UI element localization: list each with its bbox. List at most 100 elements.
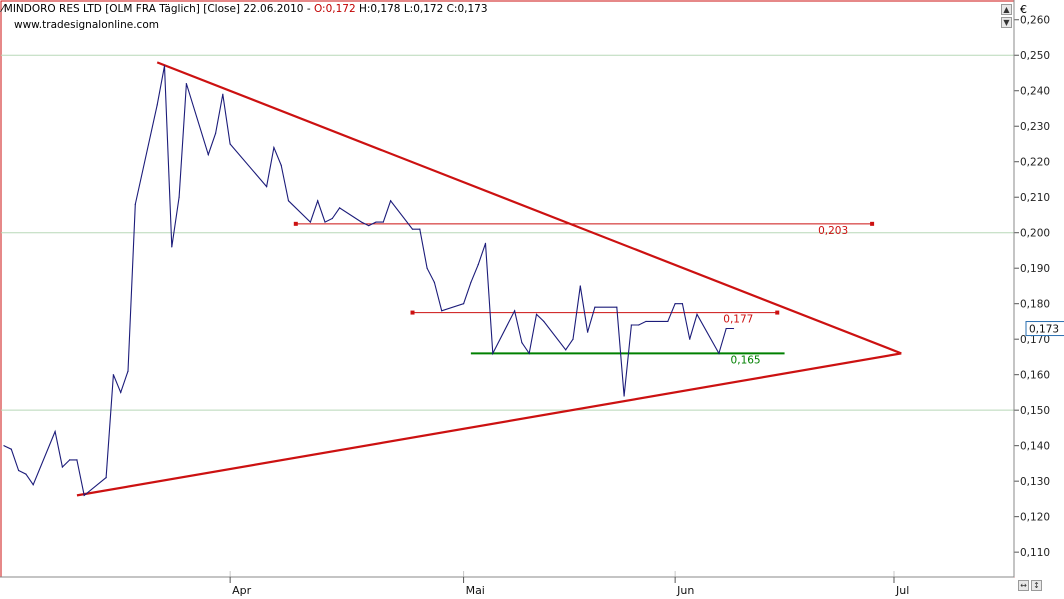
price-point xyxy=(484,242,487,244)
price-point xyxy=(375,221,377,223)
price-point xyxy=(105,477,107,479)
price-point xyxy=(521,342,523,344)
price-point xyxy=(54,430,56,433)
price-point xyxy=(426,267,428,269)
y-tick-label: 0,190 xyxy=(1020,263,1050,275)
last-value-label: 0,173 xyxy=(1029,324,1059,336)
price-point xyxy=(280,164,282,166)
price-point xyxy=(273,146,275,149)
upper-trendline xyxy=(156,61,902,355)
x-axis: Apr Mai Jun Jul xyxy=(0,576,1014,597)
price-point xyxy=(667,320,669,323)
line-endpoint-handle xyxy=(870,221,875,226)
x-tick-label: Jul xyxy=(895,584,909,597)
price-point xyxy=(725,327,727,330)
price-point xyxy=(185,83,187,85)
price-point xyxy=(178,196,180,198)
line-endpoint-handle xyxy=(775,310,780,315)
y-tick-label: 0,210 xyxy=(1020,192,1050,204)
price-point xyxy=(331,217,333,220)
price-point xyxy=(696,313,698,315)
scroll-down-button[interactable]: ▼ xyxy=(1001,17,1012,28)
price-point xyxy=(309,221,311,223)
y-axis: 0,1100,1200,1300,1400,1500,1600,1700,180… xyxy=(1013,0,1064,577)
price-point xyxy=(214,132,217,134)
y-tick-label: 0,250 xyxy=(1020,50,1050,62)
ohlc-values: H:0,178 L:0,172 C:0,173 xyxy=(358,3,488,15)
plot-frame xyxy=(0,0,1015,578)
x-tick-label: Jun xyxy=(676,584,694,597)
price-point xyxy=(390,200,392,202)
resistance-0203-label: 0,203 xyxy=(818,225,848,237)
price-point xyxy=(156,104,158,106)
price-point xyxy=(207,154,209,156)
price-point xyxy=(411,228,414,230)
currency-label: € xyxy=(1020,3,1027,16)
level-label-layer: 0,203 0,177 0,165 xyxy=(723,225,848,367)
price-point xyxy=(528,352,530,354)
price-point xyxy=(630,324,632,326)
price-point xyxy=(470,281,472,284)
price-point xyxy=(69,459,71,461)
price-point xyxy=(623,395,625,397)
y-tick-label: 0,180 xyxy=(1020,299,1050,311)
support-0165-label: 0,165 xyxy=(731,354,761,366)
price-point xyxy=(572,338,574,340)
x-tick-label: Mai xyxy=(466,584,485,597)
price-point xyxy=(163,65,166,67)
price-point xyxy=(433,281,436,284)
price-point xyxy=(441,310,443,312)
price-point xyxy=(732,327,735,330)
price-point xyxy=(586,331,589,333)
price-point xyxy=(338,207,341,209)
price-point xyxy=(462,303,465,305)
price-point xyxy=(17,469,20,472)
price-point xyxy=(638,324,640,326)
chart-header: ⁄MINDORO RES LTD [OLM FRA Täglich] [Clos… xyxy=(2,3,488,15)
zoom-y-button[interactable]: ↕ xyxy=(1031,580,1042,591)
y-tick-label: 0,200 xyxy=(1020,228,1050,240)
x-tick-label: Apr xyxy=(232,584,252,597)
lower-trendline xyxy=(76,352,902,497)
price-point xyxy=(112,374,115,376)
price-point xyxy=(674,303,676,305)
price-point xyxy=(127,370,129,372)
price-series-layer xyxy=(3,65,735,497)
price-point xyxy=(492,352,494,354)
price-point xyxy=(419,228,421,230)
price-point xyxy=(543,320,545,323)
price-point xyxy=(32,484,34,486)
price-chart[interactable]: 0,203 0,177 0,165 0,110 0,120 0,130 0,140 0,15… xyxy=(0,0,1064,599)
price-point xyxy=(477,264,479,266)
y-tick-label: 0,220 xyxy=(1020,157,1050,169)
price-point xyxy=(83,494,85,496)
y-tick-label: 0,240 xyxy=(1020,86,1050,98)
y-tick-label: 0,150 xyxy=(1020,405,1050,417)
grid-layer xyxy=(0,0,1015,578)
zoom-x-button[interactable]: ↔ xyxy=(1018,580,1029,591)
price-point xyxy=(222,93,224,95)
price-point xyxy=(10,448,12,450)
price-point xyxy=(565,349,567,351)
price-point xyxy=(25,473,27,475)
y-tick-label: 0,110 xyxy=(1020,547,1050,559)
line-endpoint-handle xyxy=(293,221,298,226)
price-point xyxy=(287,200,290,202)
price-line xyxy=(3,65,734,497)
y-tick-label: 0,130 xyxy=(1020,476,1050,488)
y-tick-label: 0,160 xyxy=(1020,370,1050,382)
price-point xyxy=(61,466,63,468)
price-point xyxy=(681,303,684,305)
price-point xyxy=(317,200,319,202)
price-point xyxy=(382,221,384,223)
trendline-layer xyxy=(76,61,902,497)
price-point xyxy=(579,285,581,287)
scroll-up-button[interactable]: ▲ xyxy=(1001,4,1012,15)
price-point xyxy=(76,459,78,461)
instrument-title: MINDORO RES LTD [OLM FRA Täglich] [Close… xyxy=(3,3,304,15)
line-endpoint-handle xyxy=(410,310,415,315)
y-tick-label: 0,120 xyxy=(1020,512,1050,524)
y-tick-label: 0,260 xyxy=(1020,15,1050,27)
price-point xyxy=(645,320,647,323)
price-point xyxy=(514,310,516,312)
